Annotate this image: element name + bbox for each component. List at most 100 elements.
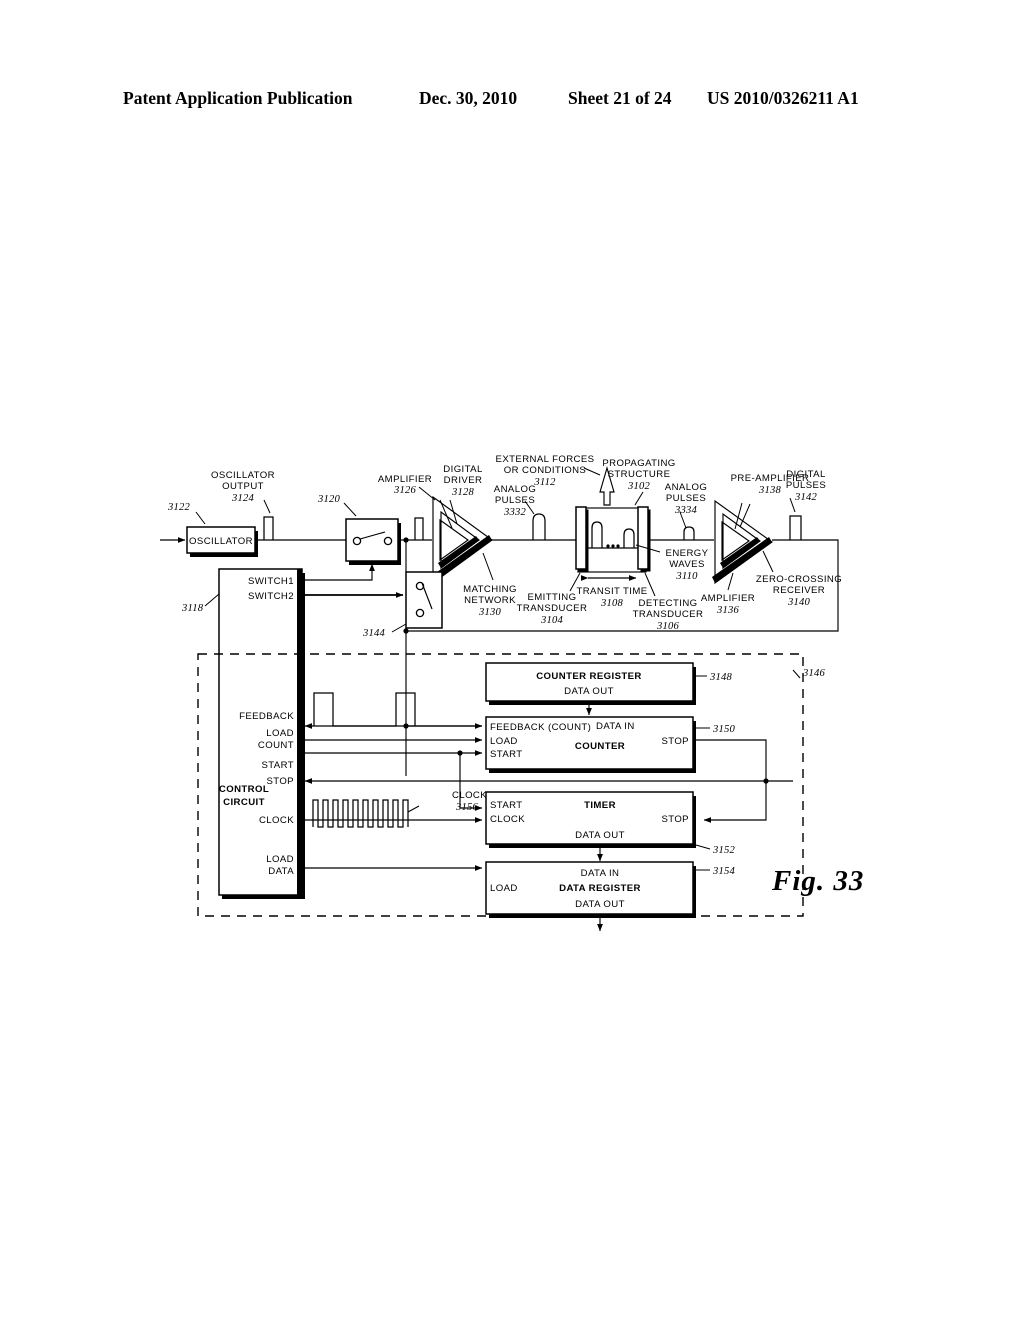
counter-load-port: LOAD bbox=[490, 736, 518, 747]
data-register-block: DATA IN LOAD DATA REGISTER DATA OUT bbox=[485, 861, 696, 918]
counter-block: FEEDBACK (COUNT) DATA IN LOAD COUNTER ST… bbox=[485, 716, 696, 773]
ref-3110: 3110 bbox=[675, 571, 698, 582]
ref-3152: 3152 bbox=[712, 845, 735, 856]
ref-3154: 3154 bbox=[712, 866, 735, 877]
ref-3334: 3334 bbox=[674, 505, 697, 516]
control-port-switch2: SWITCH2 bbox=[248, 591, 294, 602]
propagating-structure-label-1: PROPAGATING bbox=[602, 458, 675, 469]
detecting-transducer-label-1: DETECTING bbox=[638, 598, 697, 609]
timer-title: TIMER bbox=[584, 800, 616, 811]
digital-pulses-label-1: DIGITAL bbox=[786, 469, 826, 480]
amplifier-left-label: AMPLIFIER bbox=[378, 474, 432, 485]
digital-driver-amplifier-group bbox=[430, 495, 493, 585]
counter-stop-port: STOP bbox=[661, 736, 689, 747]
propagating-structure-label-2: STRUCTURE bbox=[608, 469, 671, 480]
digital-pulses-waveform bbox=[789, 497, 802, 540]
counter-register-block: COUNTER REGISTER DATA OUT bbox=[485, 662, 696, 705]
counter-data-in: DATA IN bbox=[596, 721, 635, 732]
ref-3104: 3104 bbox=[540, 615, 563, 626]
ref-3126: 3126 bbox=[393, 485, 416, 496]
timer-start-port: START bbox=[490, 800, 523, 811]
control-port-switch1: SWITCH1 bbox=[248, 576, 294, 587]
oscillator-block: OSCILLATOR bbox=[186, 526, 258, 557]
counter-register-title: COUNTER REGISTER bbox=[536, 671, 642, 682]
zero-crossing-receiver-label-1: ZERO-CROSSING bbox=[756, 574, 842, 585]
ref-3124: 3124 bbox=[231, 493, 254, 504]
data-register-title: DATA REGISTER bbox=[559, 883, 641, 894]
ref-3108: 3108 bbox=[600, 598, 623, 609]
clock-pulses-waveform bbox=[312, 799, 420, 828]
ref-3146: 3146 bbox=[802, 668, 825, 679]
control-circuit-title-2: CIRCUIT bbox=[223, 797, 265, 808]
ref-3120: 3120 bbox=[317, 494, 340, 505]
matching-network-label-1: MATCHING bbox=[463, 584, 517, 595]
ref-3142: 3142 bbox=[794, 492, 817, 503]
data-register-data-in: DATA IN bbox=[581, 868, 620, 879]
analog-pulses-left-label-2: PULSES bbox=[495, 495, 535, 506]
emitting-transducer-label-2: TRANSDUCER bbox=[517, 603, 588, 614]
external-forces-label-2: OR CONDITIONS bbox=[504, 465, 586, 476]
amplifier-right-label: AMPLIFIER bbox=[701, 593, 755, 604]
data-register-load-port: LOAD bbox=[490, 883, 518, 894]
timer-clock-port: CLOCK bbox=[490, 814, 525, 825]
control-port-clock: CLOCK bbox=[259, 815, 294, 826]
control-port-feedback: FEEDBACK bbox=[239, 711, 294, 722]
energy-waves-label-1: ENERGY bbox=[666, 548, 709, 559]
ref-3138: 3138 bbox=[758, 485, 781, 496]
external-forces-label-1: EXTERNAL FORCES bbox=[496, 454, 595, 465]
ref-3128: 3128 bbox=[451, 487, 474, 498]
analog-pulses-right-label-1: ANALOG bbox=[665, 482, 707, 493]
figure-33-drawing: OSCILLATOR 3122 OSCILLATOR OUTPUT 3124 3… bbox=[0, 0, 1024, 1320]
ref-3148: 3148 bbox=[709, 672, 732, 683]
oscillator-label: OSCILLATOR bbox=[189, 536, 253, 547]
control-port-start: START bbox=[261, 760, 294, 771]
switch1-block[interactable] bbox=[345, 518, 401, 565]
pre-amplifier-receiver-group bbox=[712, 499, 773, 585]
post-switch-waveform bbox=[414, 517, 424, 540]
oscillator-output-waveform bbox=[263, 499, 274, 540]
data-register-data-out: DATA OUT bbox=[575, 899, 625, 910]
matching-network-label-2: NETWORK bbox=[464, 595, 516, 606]
counter-register-data-out: DATA OUT bbox=[564, 686, 614, 697]
figure-label: Fig. 33 bbox=[771, 865, 864, 897]
digital-driver-label-2: DRIVER bbox=[444, 475, 483, 486]
ref-3156: 3156 bbox=[455, 802, 478, 813]
control-port-load-data-2: DATA bbox=[268, 866, 294, 877]
analog-pulses-left-waveform bbox=[524, 500, 546, 540]
transit-time-label: TRANSIT TIME bbox=[576, 586, 647, 597]
timer-block: START TIMER CLOCK STOP DATA OUT bbox=[485, 791, 696, 848]
counter-start-port: START bbox=[490, 749, 523, 760]
zero-crossing-receiver-label-2: RECEIVER bbox=[773, 585, 825, 596]
ref-3130: 3130 bbox=[478, 607, 501, 618]
analog-pulses-left-label-1: ANALOG bbox=[494, 484, 536, 495]
timer-stop-port: STOP bbox=[661, 814, 689, 825]
digital-pulses-label-2: PULSES bbox=[786, 480, 826, 491]
switch2-block[interactable] bbox=[405, 571, 443, 629]
oscillator-output-label-1: OSCILLATOR bbox=[211, 470, 275, 481]
emitting-transducer-label-1: EMITTING bbox=[527, 592, 576, 603]
analog-pulses-right-waveform bbox=[679, 511, 695, 540]
control-port-stop: STOP bbox=[266, 776, 294, 787]
control-port-count: COUNT bbox=[258, 740, 294, 751]
control-circuit-title-1: CONTROL bbox=[219, 784, 269, 795]
ref-3332: 3332 bbox=[503, 507, 526, 518]
analog-pulses-right-label-2: PULSES bbox=[666, 493, 706, 504]
ref-3102: 3102 bbox=[627, 481, 650, 492]
counter-feedback-port: FEEDBACK (COUNT) bbox=[490, 722, 591, 733]
ref-3150: 3150 bbox=[712, 724, 735, 735]
counter-title: COUNTER bbox=[575, 741, 625, 752]
patent-page: Patent Application Publication Dec. 30, … bbox=[0, 0, 1024, 1320]
ref-3112: 3112 bbox=[533, 477, 556, 488]
control-port-load-data-1: LOAD bbox=[266, 854, 294, 865]
control-port-load: LOAD bbox=[266, 728, 294, 739]
timer-data-out: DATA OUT bbox=[575, 830, 625, 841]
ref-3140: 3140 bbox=[787, 597, 810, 608]
ref-3106: 3106 bbox=[656, 621, 679, 632]
energy-waves-label-2: WAVES bbox=[669, 559, 705, 570]
ref-3122: 3122 bbox=[167, 502, 190, 513]
feedback-waveform bbox=[313, 692, 416, 727]
ref-3118: 3118 bbox=[181, 603, 204, 614]
propagating-structure-block bbox=[575, 506, 651, 573]
ref-3136: 3136 bbox=[716, 605, 739, 616]
digital-driver-label-1: DIGITAL bbox=[443, 464, 483, 475]
